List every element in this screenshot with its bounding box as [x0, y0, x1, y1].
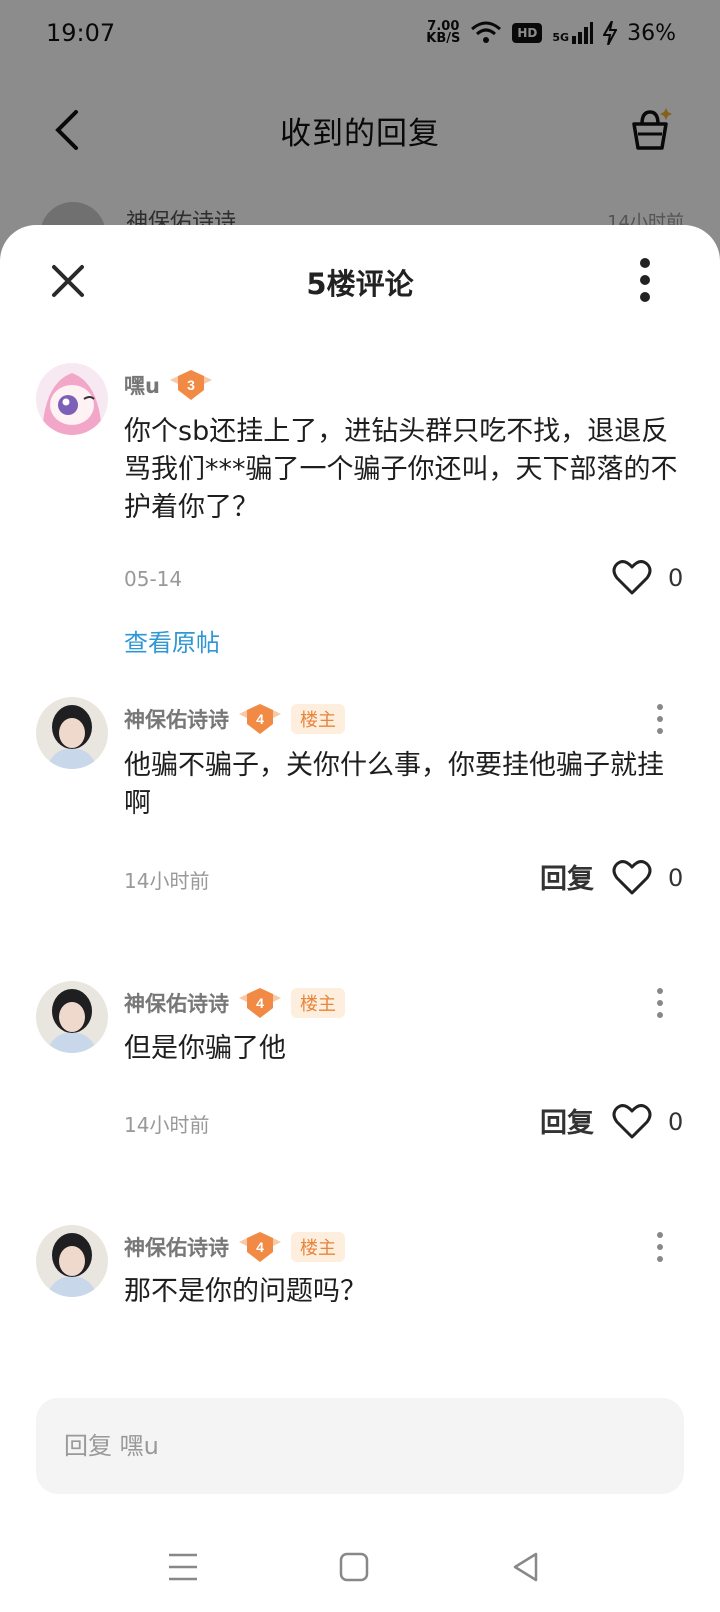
heart-icon[interactable]: [612, 1103, 652, 1139]
comment-text: 他骗不骗子，关你什么事，你要挂他骗子就挂啊: [124, 750, 664, 819]
svg-text:3: 3: [187, 377, 195, 393]
svg-text:4: 4: [256, 711, 264, 727]
avatar[interactable]: [36, 363, 108, 435]
owner-tag: 楼主: [291, 1232, 345, 1262]
reply-button[interactable]: 回复: [540, 857, 594, 896]
name-line: 神保佑诗诗 4 楼主: [124, 983, 345, 1023]
name-line: 神保佑诗诗 4 楼主: [124, 1227, 345, 1267]
comment-sheet: 5楼评论 嘿u 3 你个sb还挂上了，进钻头群只吃不找，退退反骂我们***骗了一…: [0, 225, 720, 1612]
level-badge: 3: [168, 368, 214, 402]
comment-date: 05-14: [124, 567, 183, 591]
reply-button[interactable]: 回复: [540, 1101, 594, 1140]
back-triangle-icon[interactable]: [506, 1547, 546, 1587]
name-line: 嘿u 3: [124, 365, 214, 405]
system-nav-bar: [0, 1525, 720, 1612]
like-count: 0: [668, 864, 684, 892]
svg-text:4: 4: [256, 995, 264, 1011]
heart-icon[interactable]: [612, 859, 652, 895]
avatar[interactable]: [36, 981, 108, 1053]
comment-text: 你个sb还挂上了，进钻头群只吃不找，退退反骂我们***骗了一个骗子你还叫，天下部…: [124, 416, 678, 523]
menu-icon[interactable]: [163, 1547, 203, 1587]
sheet-header: 5楼评论: [0, 225, 720, 335]
like-count: 0: [668, 1108, 684, 1136]
more-icon[interactable]: [650, 1229, 670, 1265]
avatar[interactable]: [36, 697, 108, 769]
owner-tag: 楼主: [291, 704, 345, 734]
home-icon[interactable]: [334, 1547, 374, 1587]
avatar[interactable]: [36, 1225, 108, 1297]
reply-time: 14小时前: [124, 869, 210, 893]
reply-input[interactable]: [64, 1432, 656, 1460]
heart-icon[interactable]: [612, 559, 652, 595]
reply-time: 14小时前: [124, 1113, 210, 1137]
like-count: 0: [668, 564, 684, 592]
comment-text: 但是你骗了他: [124, 1033, 286, 1064]
more-icon[interactable]: [650, 701, 670, 737]
level-badge: 4: [237, 702, 283, 736]
level-badge: 4: [237, 1230, 283, 1264]
owner-tag: 楼主: [291, 988, 345, 1018]
username[interactable]: 神保佑诗诗: [124, 704, 229, 734]
sheet-title: 5楼评论: [306, 267, 414, 301]
more-icon[interactable]: [630, 257, 660, 303]
svg-text:4: 4: [256, 1239, 264, 1255]
comment-text: 那不是你的问题吗？: [124, 1276, 367, 1307]
username[interactable]: 神保佑诗诗: [124, 1232, 229, 1262]
username[interactable]: 嘿u: [124, 370, 160, 400]
username[interactable]: 神保佑诗诗: [124, 988, 229, 1018]
more-icon[interactable]: [650, 985, 670, 1021]
name-line: 神保佑诗诗 4 楼主: [124, 699, 345, 739]
level-badge: 4: [237, 986, 283, 1020]
reply-input-box[interactable]: [36, 1398, 684, 1494]
view-original-link[interactable]: 查看原帖: [124, 623, 220, 658]
